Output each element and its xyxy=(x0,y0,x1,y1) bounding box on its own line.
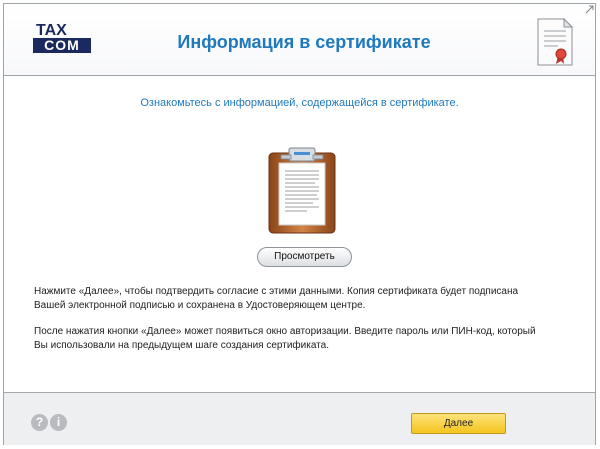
header: TAX COM Информация в сертификате xyxy=(4,4,595,76)
help-icon[interactable]: ? xyxy=(31,414,48,431)
footer: ? i Далее xyxy=(4,392,595,445)
auth-paragraph-line-2: Вы использовали на предыдущем шаге созда… xyxy=(34,340,329,351)
auth-paragraph: После нажатия кнопки «Далее» может появи… xyxy=(34,325,574,353)
dialog-window: TAX COM Информация в сертификате Ознаком… xyxy=(3,3,596,445)
logo-text-bottom: COM xyxy=(33,38,91,53)
confirm-paragraph: Нажмите «Далее», чтобы подтвердить согла… xyxy=(34,285,574,313)
resize-icon[interactable] xyxy=(585,5,594,14)
certificate-icon xyxy=(537,17,574,66)
page-title: Информация в сертификате xyxy=(177,32,431,52)
confirm-paragraph-line-2: Вашей электронной подписью и сохранена в… xyxy=(34,300,366,311)
confirm-paragraph-line-1: Нажмите «Далее», чтобы подтвердить согла… xyxy=(34,286,519,297)
auth-paragraph-line-1: После нажатия кнопки «Далее» может появи… xyxy=(34,326,536,337)
subtitle: Ознакомьтесь с информацией, содержащейся… xyxy=(140,97,459,109)
clipboard-document-icon xyxy=(268,147,336,234)
info-icon[interactable]: i xyxy=(50,414,67,431)
view-button[interactable]: Просмотреть xyxy=(257,247,352,267)
taxcom-logo: TAX COM xyxy=(33,23,92,53)
logo-text-top: TAX xyxy=(36,22,67,39)
next-button[interactable]: Далее xyxy=(411,413,506,434)
